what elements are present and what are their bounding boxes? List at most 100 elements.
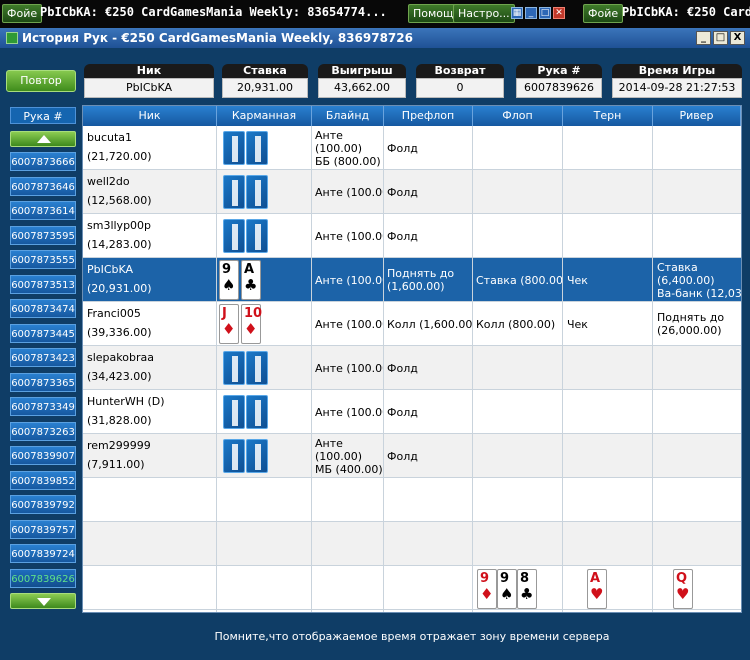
river-action: Ва-банк (12,03... [657, 287, 741, 300]
hand-list-item[interactable]: 6007839907 [10, 446, 76, 465]
blind-action: Анте (100.00) [315, 318, 383, 331]
playing-card: 9 ♦ [477, 569, 497, 609]
preflop-action: Колл (1,600.00) [387, 318, 472, 331]
hand-list-scroll-down[interactable] [10, 593, 76, 609]
col-turn[interactable]: Терн [563, 106, 653, 126]
summary-nick: Ник PbICbKA [84, 64, 214, 98]
close-icon[interactable]: ✕ [553, 7, 565, 19]
table-row[interactable]: PbICbKA(20,931.00)9♠A♣Анте (100.00)Подня… [83, 258, 741, 302]
hand-list-item[interactable]: 6007873445 [10, 323, 76, 343]
lobby-button[interactable]: Фойе [2, 4, 43, 23]
hand-list-item[interactable]: 6007873646 [10, 176, 76, 196]
card-suit-icon: ♦ [222, 320, 236, 338]
hand-list-item[interactable]: 6007873365 [10, 372, 76, 392]
river-action: (26,000.00) [657, 324, 722, 337]
card-back-icon [246, 131, 268, 165]
col-hole-cards[interactable]: Карманная Пара [217, 106, 312, 142]
preflop-action: Фолд [387, 362, 418, 375]
replay-button[interactable]: Повтор [6, 70, 76, 92]
table-row[interactable] [83, 566, 741, 610]
col-nick[interactable]: Ник [83, 106, 217, 126]
player-stack: (20,931.00) [87, 282, 152, 295]
table-row[interactable]: well2do (12,568.00) Анте (100.00) Фолд [83, 170, 741, 214]
blind-action: ББ (800.00) [315, 155, 381, 168]
lobby-button-2[interactable]: Фойе [583, 4, 624, 23]
summary-bet: Ставка 20,931.00 [222, 64, 308, 98]
card-rank: A [244, 262, 255, 277]
window-close-button[interactable]: X [730, 31, 745, 45]
hand-list-item[interactable]: 6007873474 [10, 299, 76, 318]
playing-card: 9 ♠ [497, 569, 517, 609]
hand-list-item[interactable]: 6007873513 [10, 274, 76, 294]
card-back-icon [223, 219, 245, 253]
hand-list-scroll-up[interactable] [10, 131, 76, 147]
hand-list-item[interactable]: 6007839852 [10, 470, 76, 490]
player-name: PbICbKA [87, 263, 134, 276]
hand-list-item[interactable]: 6007839626 [10, 568, 76, 588]
col-preflop[interactable]: Префлоп [384, 106, 473, 126]
preflop-action: Фолд [387, 450, 418, 463]
blind-action: Анте [315, 129, 343, 142]
table-window-title[interactable]: PbICbKA: €250 CardGamesMania Weekly: 836… [40, 5, 400, 19]
preflop-action: Фолд [387, 406, 418, 419]
hand-list-item[interactable]: 6007873595 [10, 225, 76, 245]
preflop-action: Фолд [387, 186, 418, 199]
table-row[interactable]: rem299999 (7,911.00) Анте (100.00) МБ (400.0… [83, 434, 741, 478]
player-name: HunterWH (D) [87, 395, 165, 408]
hand-list-item[interactable]: 6007873666 [10, 152, 76, 171]
card-rank: 9 [500, 571, 510, 586]
card-suit-icon: ♠ [222, 276, 236, 294]
hand-list-item[interactable]: 6007873614 [10, 201, 76, 220]
blind-action: Анте [315, 437, 343, 450]
card-suit-icon: ♥ [676, 585, 690, 603]
table-window-title-2[interactable]: PbICbKA: €250 CardGam [622, 5, 750, 19]
hand-list-item[interactable]: 6007873423 [10, 348, 76, 367]
minimize-icon[interactable]: _ [525, 7, 537, 19]
restore-icon[interactable]: □ [539, 7, 551, 19]
col-flop[interactable]: Флоп [473, 106, 563, 126]
table-row[interactable]: HunterWH (D) (31,828.00) Анте (100.00) Фолд [83, 390, 741, 434]
card-back-icon [223, 351, 245, 385]
window-maximize-button[interactable]: □ [713, 31, 728, 45]
hand-list-item[interactable]: 6007873349 [10, 397, 76, 416]
player-stack: (14,283.00) [87, 238, 152, 251]
player-stack: (21,720.00) [87, 150, 152, 163]
playing-card: Q ♥ [673, 569, 693, 609]
card-suit-icon: ♣ [520, 585, 534, 603]
card-rank: J [222, 306, 227, 321]
col-river[interactable]: Ривер [653, 106, 741, 126]
hand-history-grid: Ник Карманная Пара Блайнд Префлоп Флоп Т… [82, 105, 742, 613]
player-stack: (34,423.00) [87, 370, 152, 383]
col-blind[interactable]: Блайнд [312, 106, 384, 126]
hand-list-item[interactable]: 6007839724 [10, 544, 76, 563]
table-row[interactable]: sm3llyp00p (14,283.00) Анте (100.00) Фолд [83, 214, 741, 258]
table-row[interactable]: bucuta1 (21,720.00) Анте (100.00) ББ (800.00… [83, 126, 741, 170]
player-stack: (12,568.00) [87, 194, 152, 207]
player-name: sm3llyp00p [87, 219, 152, 232]
window-minimize-button[interactable]: _ [696, 31, 711, 45]
hand-list-item[interactable]: 6007839757 [10, 519, 76, 539]
summary-hand-number: Рука #6007839626 [516, 64, 602, 98]
table-row[interactable]: Franci005(39,336.00)J♦10♦Анте (100.00)Ко… [83, 302, 741, 346]
hand-list-item[interactable]: 6007873263 [10, 421, 76, 441]
player-stack: (39,336.00) [87, 326, 152, 339]
settings-button[interactable]: Настро... [453, 4, 515, 23]
table-row[interactable] [83, 522, 741, 566]
server-time-note: Помните,что отображаемое время отражает … [214, 630, 610, 643]
table-row[interactable] [83, 478, 741, 522]
grid-header: Ник Карманная Пара Блайнд Префлоп Флоп Т… [83, 106, 741, 142]
hand-list-item[interactable]: 6007839792 [10, 495, 76, 514]
hand-list-item[interactable]: 6007873555 [10, 250, 76, 269]
player-name: rem299999 [87, 439, 151, 452]
player-name: bucuta1 [87, 131, 133, 144]
player-name: slepakobraa [87, 351, 154, 364]
river-action: Ставка [657, 261, 698, 274]
preflop-action: Фолд [387, 230, 418, 243]
arrow-down-icon [37, 598, 51, 606]
blind-action: Анте (100.00) [315, 406, 383, 419]
card-back-icon [223, 439, 245, 473]
tile-icon[interactable]: ▦ [511, 7, 523, 19]
table-row[interactable]: slepakobraa (34,423.00) Анте (100.00) Фолд [83, 346, 741, 390]
window-title: История Рук - €250 CardGamesMania Weekly… [22, 31, 413, 45]
blind-action: Анте (100.00) [315, 186, 383, 199]
